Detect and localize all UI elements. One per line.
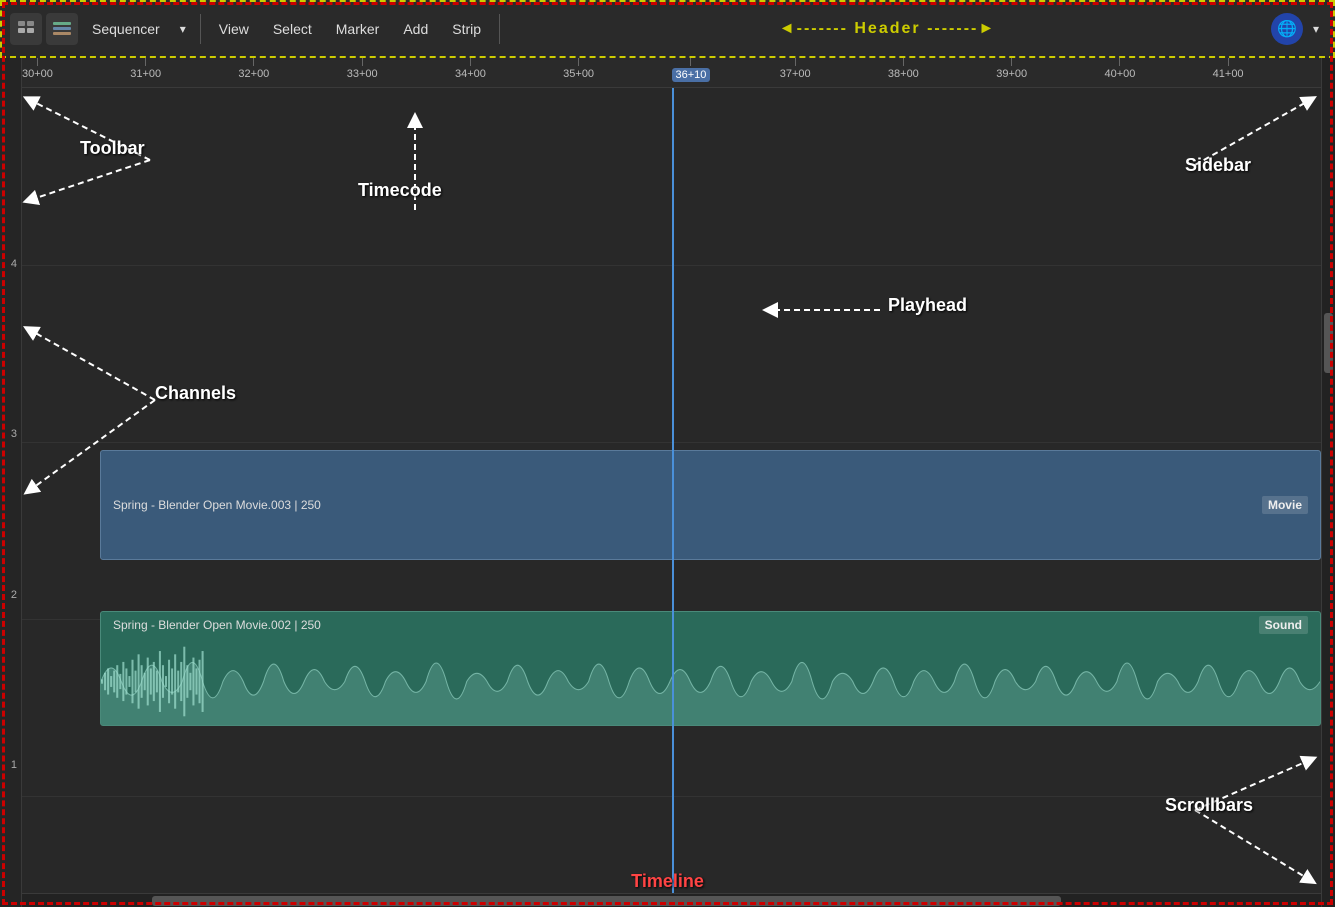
waveform [101, 638, 1320, 725]
channel-num-2: 2 [11, 589, 17, 601]
sequencer-dropdown[interactable]: ▾ [174, 18, 192, 40]
timecode-36-active: 36+10 [672, 58, 711, 82]
scrollbar-v-thumb[interactable] [1324, 313, 1333, 373]
header-annotation-label: ◄------- Header -------► [508, 20, 1267, 38]
movie-strip-label: Spring - Blender Open Movie.003 | 250 [113, 498, 321, 512]
header-bar[interactable]: Sequencer ▾ View Select Marker Add Strip… [0, 0, 1335, 58]
sequencer-icon[interactable] [46, 13, 78, 45]
menu-select[interactable]: Select [263, 17, 322, 41]
playhead-line [672, 88, 674, 893]
header-end-dropdown[interactable]: ▾ [1307, 18, 1325, 40]
horizontal-scrollbar[interactable] [22, 893, 1321, 907]
menu-marker[interactable]: Marker [326, 17, 390, 41]
sound-strip-header: Spring - Blender Open Movie.002 | 250 So… [101, 612, 1320, 638]
vertical-scrollbar[interactable] [1321, 58, 1335, 907]
timecode-32: 32+00 [238, 58, 269, 80]
channel-numbers: 4 3 2 1 [0, 58, 22, 907]
timeline-area[interactable]: 30+00 31+00 32+00 33+00 34+00 35+00 [22, 58, 1321, 907]
scrollbar-h-thumb[interactable] [152, 896, 1061, 906]
menu-strip[interactable]: Strip [442, 17, 491, 41]
render-preview-icon[interactable]: 🌐 [1271, 13, 1303, 45]
channel-num-3: 3 [11, 428, 17, 440]
timecode-41: 41+00 [1213, 58, 1244, 80]
main-area: 4 3 2 1 30+00 31+00 32+00 33+00 [0, 58, 1335, 907]
movie-strip-type: Movie [1262, 496, 1308, 514]
menu-view[interactable]: View [209, 17, 259, 41]
header-separator-1 [200, 14, 201, 44]
header-separator-2 [499, 14, 500, 44]
timecode-40: 40+00 [1104, 58, 1135, 80]
menu-add[interactable]: Add [393, 17, 438, 41]
editor-icon[interactable] [10, 13, 42, 45]
timecode-35: 35+00 [563, 58, 594, 80]
tracks-area[interactable]: Spring - Blender Open Movie.003 | 250 Mo… [22, 88, 1321, 893]
timecode-38: 38+00 [888, 58, 919, 80]
channel-num-4: 4 [11, 258, 17, 270]
timecode-31: 31+00 [130, 58, 161, 80]
movie-strip[interactable]: Spring - Blender Open Movie.003 | 250 Mo… [100, 450, 1321, 560]
timecode-33: 33+00 [347, 58, 378, 80]
timecode-34: 34+00 [455, 58, 486, 80]
timecode-30: 30+00 [22, 58, 53, 80]
channel-num-1: 1 [11, 759, 17, 771]
timecode-39: 39+00 [996, 58, 1027, 80]
sound-strip[interactable]: Spring - Blender Open Movie.002 | 250 So… [100, 611, 1321, 726]
sound-strip-type: Sound [1259, 616, 1308, 634]
timecode-37: 37+00 [780, 58, 811, 80]
sound-strip-label: Spring - Blender Open Movie.002 | 250 [113, 618, 321, 632]
timecode-ruler[interactable]: 30+00 31+00 32+00 33+00 34+00 35+00 [22, 58, 1321, 88]
sequencer-title: Sequencer [82, 17, 170, 41]
